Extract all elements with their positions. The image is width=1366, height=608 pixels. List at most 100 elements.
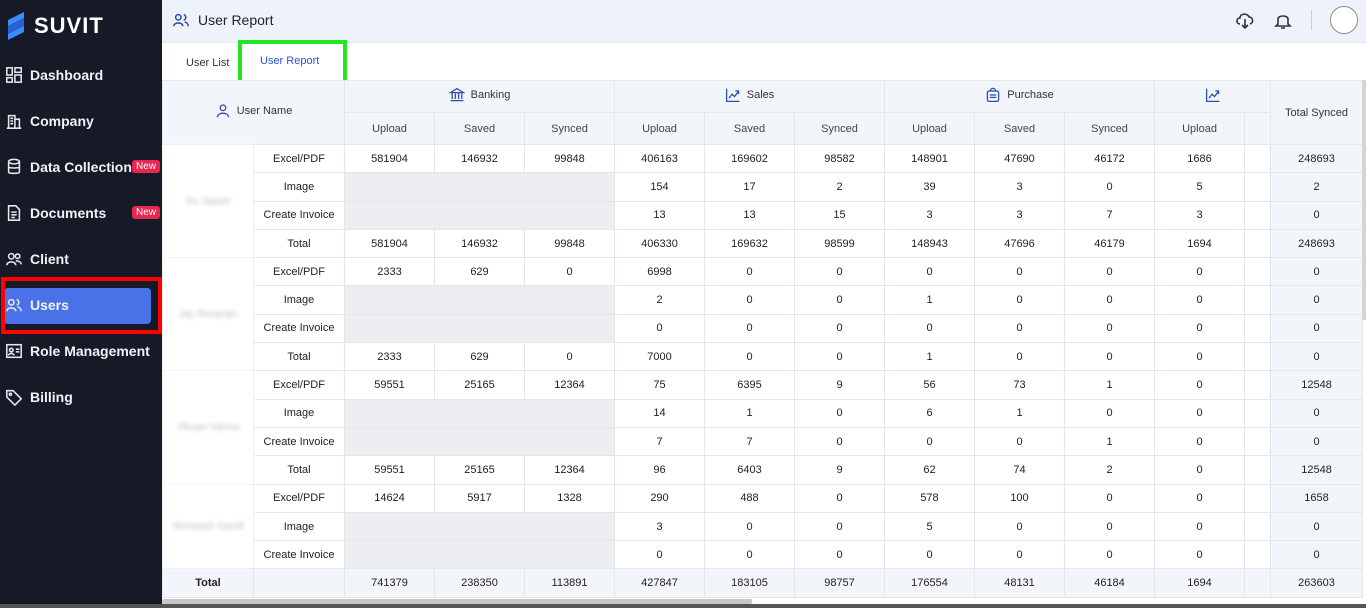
role-icon <box>4 341 24 361</box>
banking-empty-cell <box>344 172 615 202</box>
sales-cell: 0 <box>704 511 795 542</box>
purchase-cell: 0 <box>974 511 1065 542</box>
other-upload-cell: 0 <box>1154 483 1246 513</box>
purchase-cell: 0 <box>884 426 975 457</box>
row-type-cell: Excel/PDF <box>253 370 345 400</box>
banking-cell: 12364 <box>524 370 615 400</box>
sales-cell: 0 <box>704 313 795 344</box>
sidebar-item-client[interactable]: Client <box>0 236 162 282</box>
avatar[interactable] <box>1330 6 1358 34</box>
sidebar-item-dashboard[interactable]: Dashboard <box>0 52 162 98</box>
grand-total-cell: 46184 <box>1063 568 1156 598</box>
row-type-cell: Create Invoice <box>253 200 345 230</box>
brand-logo[interactable]: SUVIT <box>4 10 104 42</box>
sales-cell: 0 <box>794 342 885 372</box>
sales-cell: 17 <box>704 172 795 202</box>
banking-synced-header: Synced <box>524 112 615 145</box>
banking-empty-cell <box>344 426 615 457</box>
vertical-scrollbar[interactable] <box>1362 80 1366 320</box>
banking-cell: 0 <box>524 257 615 287</box>
building-icon <box>4 111 24 131</box>
row-type-cell: Excel/PDF <box>253 143 345 174</box>
banking-empty-cell <box>344 200 615 230</box>
purchase-synced-header: Synced <box>1063 112 1156 145</box>
banking-empty-cell <box>344 313 615 344</box>
sidebar-item-data-collection[interactable]: Data Collection New <box>0 144 162 190</box>
total-synced-cell: 0 <box>1270 200 1364 230</box>
header-actions <box>1235 6 1358 34</box>
other-saved-cell <box>1244 200 1272 230</box>
table-cell <box>1244 568 1272 598</box>
sales-cell: 13 <box>704 200 795 230</box>
client-icon <box>4 249 24 269</box>
banking-cell: 25165 <box>434 455 525 485</box>
sales-cell: 0 <box>704 257 795 287</box>
banking-cell: 1328 <box>524 483 615 513</box>
sidebar-item-label: Documents <box>30 205 107 221</box>
top-header: User Report <box>162 0 1366 43</box>
purchase-cell: 0 <box>1063 511 1156 542</box>
purchase-cell: 62 <box>884 455 975 485</box>
bell-icon[interactable] <box>1273 10 1293 30</box>
user-report-table: User Name Banking Sales Purchase Total S… <box>162 80 1364 598</box>
sales-group-header: Sales <box>614 80 885 113</box>
other-upload-cell: 0 <box>1154 455 1246 485</box>
total-synced-cell: 0 <box>1270 257 1364 287</box>
other-saved-cell <box>1244 483 1272 513</box>
other-upload-header: Upload <box>1154 112 1246 145</box>
other-saved-cell <box>1244 172 1272 202</box>
sales-cell: 406163 <box>614 143 705 174</box>
purchase-cell: 578 <box>884 483 975 513</box>
sidebar-item-company[interactable]: Company <box>0 98 162 144</box>
purchase-cell: 0 <box>974 540 1065 570</box>
table-row: Total 581904 146932 99848 406330 169632 98599 1… <box>163 228 1364 259</box>
other-saved-cell <box>1244 285 1272 315</box>
page-title-text: User Report <box>198 12 274 28</box>
sidebar-item-billing[interactable]: Billing <box>0 374 162 420</box>
sales-cell: 9 <box>794 455 885 485</box>
table-row: Image 14 1 0 6 1 0 0 0 <box>163 398 1364 428</box>
purchase-cell: 2 <box>1063 455 1156 485</box>
user-report-table-container[interactable]: User Name Banking Sales Purchase Total S… <box>162 80 1366 600</box>
grand-total-cell: 741379 <box>344 568 435 598</box>
other-upload-cell: 0 <box>1154 398 1246 428</box>
sidebar-item-label: Client <box>30 251 69 267</box>
purchase-cell: 0 <box>1063 483 1156 513</box>
sales-cell: 0 <box>794 483 885 513</box>
banking-cell: 59551 <box>344 370 435 400</box>
table-row: Image 2 0 0 1 0 0 0 0 <box>163 285 1364 315</box>
banking-cell: 12364 <box>524 455 615 485</box>
table-row: Total 2333 629 0 7000 0 0 1 0 0 0 0 <box>163 342 1364 372</box>
chart-up-icon <box>1205 88 1219 103</box>
row-type-cell: Total <box>253 455 345 485</box>
table-row: Create Invoice 7 7 0 0 0 1 0 0 <box>163 426 1364 457</box>
banking-cell: 581904 <box>344 228 435 259</box>
table-row: Create Invoice 0 0 0 0 0 0 0 0 <box>163 313 1364 344</box>
purchase-cell: 3 <box>974 172 1065 202</box>
purchase-cell: 1 <box>1063 426 1156 457</box>
cloud-download-icon[interactable] <box>1235 10 1255 30</box>
total-synced-cell: 12548 <box>1270 370 1364 400</box>
other-upload-cell: 0 <box>1154 540 1246 570</box>
new-badge: New <box>131 206 160 219</box>
purchase-group-header: Purchase <box>883 80 1156 113</box>
sidebar-item-documents[interactable]: Documents New <box>0 190 162 236</box>
sales-cell: 290 <box>614 483 705 513</box>
banking-cell: 629 <box>434 257 525 287</box>
tab-bar: User List User Report <box>162 40 1366 87</box>
sidebar-item-role-management[interactable]: Role Management <box>0 328 162 374</box>
purchase-cell: 0 <box>974 426 1065 457</box>
tab-user-list[interactable]: User List <box>186 57 229 69</box>
other-upload-cell: 0 <box>1154 285 1246 315</box>
row-type-cell: Total <box>253 228 345 259</box>
purchase-cell: 47696 <box>974 228 1065 259</box>
other-saved-cell <box>1244 257 1272 287</box>
total-synced-cell: 0 <box>1270 511 1364 542</box>
purchase-cell: 0 <box>1063 398 1156 428</box>
banking-empty-cell <box>344 398 615 428</box>
total-synced-cell: 248693 <box>1270 228 1364 259</box>
row-type-cell: Create Invoice <box>253 426 345 457</box>
purchase-cell: 0 <box>1063 540 1156 570</box>
sales-cell: 13 <box>614 200 705 230</box>
row-type-cell: Excel/PDF <box>253 483 345 513</box>
